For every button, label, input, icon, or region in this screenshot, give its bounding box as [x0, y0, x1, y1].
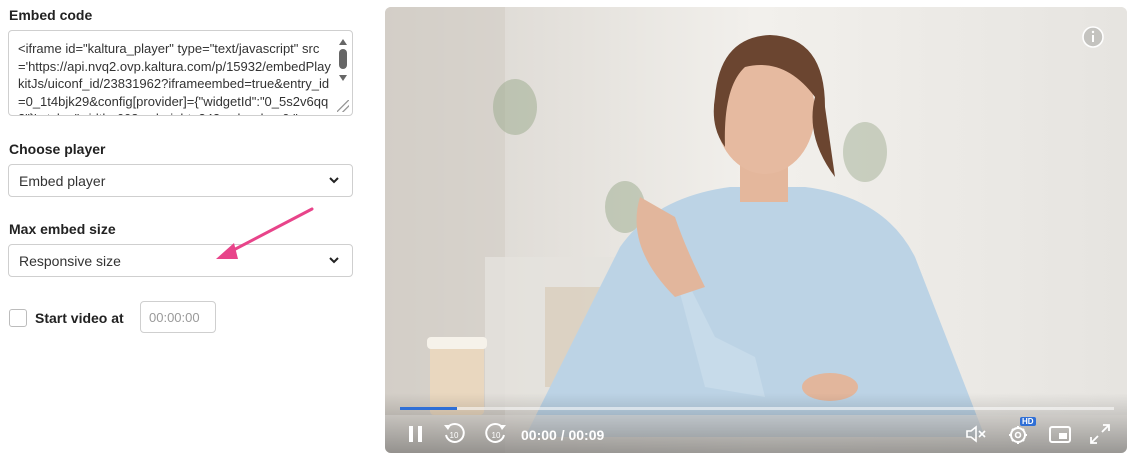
start-time-input[interactable]: 00:00:00	[140, 301, 216, 333]
info-icon[interactable]	[1081, 25, 1105, 49]
scroll-thumb[interactable]	[339, 49, 347, 69]
embed-size-select-value: Responsive size	[19, 253, 121, 269]
rewind-seconds: 10	[450, 431, 459, 440]
scroll-up-icon[interactable]	[339, 39, 347, 45]
chevron-down-icon	[329, 177, 339, 184]
scroll-down-icon[interactable]	[339, 75, 347, 81]
picture-in-picture-icon[interactable]	[1047, 421, 1073, 447]
arrow-annotation	[216, 207, 314, 259]
video-frame	[385, 7, 1127, 453]
volume-muted-icon[interactable]	[963, 421, 989, 447]
choose-player-label: Choose player	[9, 141, 106, 157]
pause-icon[interactable]	[403, 421, 429, 447]
time-display: 00:00 / 00:09	[521, 427, 605, 443]
rewind-10-icon[interactable]: 10	[441, 421, 467, 447]
start-time-placeholder: 00:00:00	[149, 310, 200, 325]
textarea-scrollbar[interactable]	[338, 39, 348, 99]
player-select[interactable]: Embed player	[8, 164, 353, 197]
resize-handle-icon[interactable]	[337, 100, 349, 112]
player-select-value: Embed player	[19, 173, 106, 189]
chevron-down-icon	[329, 257, 339, 264]
progress-played	[400, 407, 458, 410]
fullscreen-icon[interactable]	[1087, 421, 1113, 447]
max-embed-size-label: Max embed size	[9, 221, 116, 237]
embed-code-text[interactable]: <iframe id="kaltura_player" type="text/j…	[18, 40, 334, 115]
hd-badge: HD	[1020, 417, 1036, 426]
forward-10-icon[interactable]: 10	[483, 421, 509, 447]
start-video-label[interactable]: Start video at	[35, 310, 124, 326]
embed-code-label: Embed code	[9, 7, 93, 23]
start-video-checkbox[interactable]	[9, 309, 27, 327]
embed-code-textarea[interactable]: <iframe id="kaltura_player" type="text/j…	[8, 30, 353, 116]
video-player[interactable]: 10 10 00:00 / 00:09 HD	[385, 7, 1127, 453]
progress-bar[interactable]	[400, 407, 1114, 410]
forward-seconds: 10	[492, 431, 501, 440]
